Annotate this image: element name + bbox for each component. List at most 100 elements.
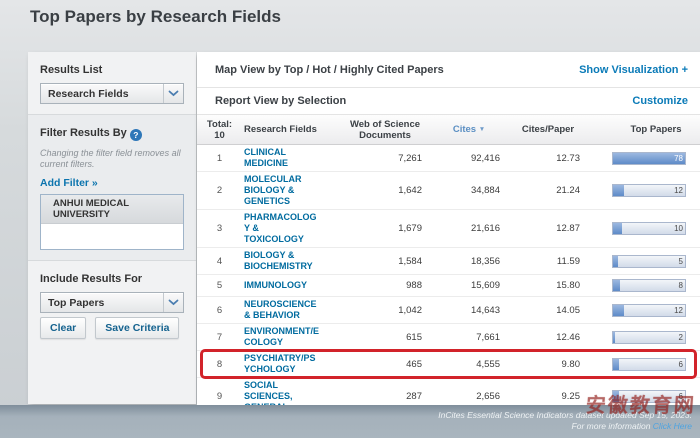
- filter-listbox[interactable]: ANHUI MEDICAL UNIVERSITY: [40, 194, 184, 250]
- table-row: 1 CLINICAL MEDICINE 7,261 92,416 12.73 7…: [197, 145, 700, 171]
- cites-cell: 18,356: [430, 256, 508, 267]
- clear-button[interactable]: Clear: [40, 317, 86, 339]
- column-header-cites-per-paper[interactable]: Cites/Paper: [508, 124, 588, 135]
- chevron-down-icon: [163, 84, 183, 103]
- results-list-label: Results List: [40, 64, 184, 76]
- click-here-link[interactable]: Click Here: [653, 421, 692, 431]
- cites-per-paper-cell: 12.46: [508, 332, 588, 343]
- save-criteria-button[interactable]: Save Criteria: [95, 317, 179, 339]
- table-header: Total: 10 Research Fields Web of Science…: [197, 115, 700, 145]
- rank-cell: 7: [197, 332, 242, 343]
- top-papers-bar-fill: [613, 223, 622, 234]
- top-papers-value: 10: [674, 223, 683, 234]
- top-papers-bar-fill: [613, 305, 624, 316]
- main-panel: Map View by Top / Hot / Highly Cited Pap…: [197, 52, 700, 408]
- map-view-bar: Map View by Top / Hot / Highly Cited Pap…: [197, 52, 700, 88]
- column-header-cites[interactable]: Cites ▼: [430, 124, 508, 135]
- top-papers-bar: 2: [612, 331, 686, 344]
- table-body: 1 CLINICAL MEDICINE 7,261 92,416 12.73 7…: [197, 145, 700, 437]
- top-papers-bar-fill: [613, 280, 620, 291]
- cites-per-paper-cell: 21.24: [508, 185, 588, 196]
- documents-cell: 1,042: [340, 305, 430, 316]
- filter-label: Filter Results By: [40, 127, 127, 139]
- rank-cell: 3: [197, 223, 242, 234]
- include-results-label: Include Results For: [40, 273, 184, 285]
- footer-dataset-note: InCites Essential Science Indicators dat…: [438, 410, 692, 421]
- column-header-top-papers[interactable]: Top Papers: [588, 124, 700, 135]
- top-papers-bar: 12: [612, 184, 686, 197]
- documents-cell: 615: [340, 332, 430, 343]
- include-results-dropdown-value: Top Papers: [41, 297, 163, 309]
- top-papers-bar-fill: [613, 332, 615, 343]
- cites-cell: 34,884: [430, 185, 508, 196]
- top-papers-value: 12: [674, 305, 683, 316]
- top-papers-bar: 10: [612, 222, 686, 235]
- rank-cell: 8: [197, 359, 242, 370]
- research-field-link[interactable]: IMMUNOLOGY: [244, 280, 307, 290]
- top-papers-value: 12: [674, 185, 683, 196]
- include-results-dropdown[interactable]: Top Papers: [40, 292, 184, 313]
- top-papers-value: 78: [674, 153, 683, 164]
- research-field-link[interactable]: PSYCHIATRY/PS YCHOLOGY: [244, 353, 316, 374]
- help-icon[interactable]: ?: [130, 129, 142, 141]
- documents-cell: 7,261: [340, 153, 430, 164]
- show-visualization-link[interactable]: Show Visualization +: [579, 64, 688, 76]
- sidebar-buttons: Clear Save Criteria: [40, 317, 184, 339]
- top-papers-bar-fill: [613, 185, 624, 196]
- column-header-wos-documents[interactable]: Web of Science Documents: [340, 119, 430, 141]
- cites-cell: 21,616: [430, 223, 508, 234]
- rank-cell: 4: [197, 256, 242, 267]
- customize-link[interactable]: Customize: [632, 95, 688, 107]
- documents-cell: 465: [340, 359, 430, 370]
- cites-per-paper-cell: 11.59: [508, 256, 588, 267]
- rank-cell: 1: [197, 153, 242, 164]
- research-field-link[interactable]: PHARMACOLOG Y & TOXICOLOGY: [244, 212, 317, 244]
- top-papers-value: 6: [679, 359, 683, 370]
- add-filter-link[interactable]: Add Filter »: [40, 177, 184, 189]
- cites-per-paper-cell: 9.80: [508, 359, 588, 370]
- table-row: 4 BIOLOGY & BIOCHEMISTRY 1,584 18,356 11…: [197, 247, 700, 274]
- top-papers-bar-fill: [613, 391, 619, 402]
- cites-per-paper-cell: 9.25: [508, 391, 588, 402]
- report-view-bar: Report View by Selection Customize: [197, 88, 700, 115]
- footer-text: InCites Essential Science Indicators dat…: [438, 410, 692, 431]
- documents-cell: 1,584: [340, 256, 430, 267]
- cites-cell: 7,661: [430, 332, 508, 343]
- page: Top Papers by Research Fields Results Li…: [0, 0, 700, 438]
- page-title: Top Papers by Research Fields: [30, 7, 281, 27]
- column-header-research-fields[interactable]: Research Fields: [242, 124, 340, 135]
- table-row: 5 IMMUNOLOGY 988 15,609 15.80 8: [197, 274, 700, 296]
- rank-cell: 2: [197, 185, 242, 196]
- results-list-section: Results List Research Fields: [28, 52, 196, 114]
- filter-section: Filter Results By ? Changing the filter …: [28, 114, 196, 260]
- column-header-total: Total: 10: [197, 119, 242, 141]
- results-list-dropdown[interactable]: Research Fields: [40, 83, 184, 104]
- research-field-link[interactable]: MOLECULAR BIOLOGY & GENETICS: [244, 174, 302, 206]
- research-field-link[interactable]: ENVIRONMENT/E COLOGY: [244, 326, 319, 347]
- filter-listbox-option[interactable]: ANHUI MEDICAL UNIVERSITY: [41, 195, 183, 224]
- top-papers-value: 5: [679, 256, 683, 267]
- cites-cell: 2,656: [430, 391, 508, 402]
- cites-per-paper-cell: 12.87: [508, 223, 588, 234]
- cites-cell: 92,416: [430, 153, 508, 164]
- research-field-link[interactable]: CLINICAL MEDICINE: [244, 147, 288, 168]
- table-row: 2 MOLECULAR BIOLOGY & GENETICS 1,642 34,…: [197, 171, 700, 209]
- table-row: 8 PSYCHIATRY/PS YCHOLOGY 465 4,555 9.80 …: [197, 350, 700, 377]
- research-field-link[interactable]: BIOLOGY & BIOCHEMISTRY: [244, 250, 313, 271]
- documents-cell: 988: [340, 280, 430, 291]
- documents-cell: 1,679: [340, 223, 430, 234]
- table-row: 3 PHARMACOLOG Y & TOXICOLOGY 1,679 21,61…: [197, 209, 700, 247]
- top-papers-bar: 6: [612, 390, 686, 403]
- research-field-link[interactable]: NEUROSCIENCE & BEHAVIOR: [244, 299, 317, 320]
- table-row: 7 ENVIRONMENT/E COLOGY 615 7,661 12.46 2: [197, 323, 700, 350]
- cites-per-paper-cell: 14.05: [508, 305, 588, 316]
- top-papers-bar: 6: [612, 358, 686, 371]
- sort-desc-icon: ▼: [479, 126, 485, 133]
- top-papers-bar-fill: [613, 359, 619, 370]
- include-results-section: Include Results For Top Papers Clear Sav…: [28, 260, 196, 349]
- rank-cell: 9: [197, 391, 242, 402]
- rank-cell: 5: [197, 280, 242, 291]
- footer-more-info: For more information: [572, 421, 653, 431]
- filter-note: Changing the filter field removes all cu…: [40, 148, 184, 170]
- results-list-dropdown-value: Research Fields: [41, 88, 163, 100]
